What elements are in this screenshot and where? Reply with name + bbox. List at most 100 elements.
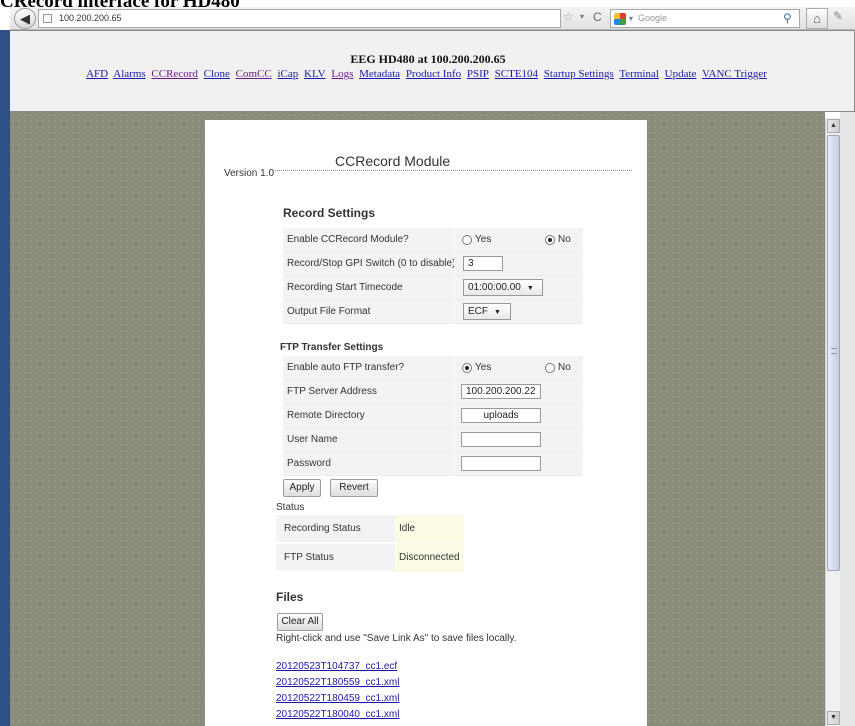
auto-ftp-yes-label[interactable]: Yes [475,362,491,373]
auto-ftp-yes-radio[interactable] [462,363,472,373]
site-identity-icon[interactable] [43,14,52,23]
module-title: CCRecord Module [275,153,632,171]
auto-ftp-no-label[interactable]: No [558,362,571,373]
output-format-row: Output File Format ECF ▼ [283,300,583,324]
auto-ftp-no-radio[interactable] [545,363,555,373]
search-engine-icon[interactable] [614,13,626,25]
ftp-server-label: FTP Server Address [287,386,377,397]
remote-directory-row: Remote Directory [283,404,583,428]
file-link[interactable]: 20120522T180559_cc1.xml [276,677,399,688]
vertical-scrollbar[interactable]: ▲ ▼ [825,118,840,726]
recording-status-value: Idle [399,523,416,534]
nav-link-icap[interactable]: iCap [277,68,298,80]
history-dropdown-icon[interactable]: ▾ [580,12,584,21]
remote-directory-label: Remote Directory [287,410,365,421]
chevron-down-icon: ▼ [494,309,501,316]
enable-module-yes-radio[interactable] [462,235,472,245]
files-help-text: Right-click and use "Save Link As" to sa… [276,633,517,644]
user-name-row: User Name [283,428,583,452]
nav-link-metadata[interactable]: Metadata [359,68,400,80]
record-settings-heading: Record Settings [283,206,376,220]
revert-button[interactable]: Revert [330,479,378,497]
nav-link-klv[interactable]: KLV [304,68,326,80]
cell-divider [454,252,455,276]
nav-link-clone[interactable]: Clone [204,68,230,80]
enable-module-no-radio[interactable] [545,235,555,245]
url-text[interactable]: 100.200.200.65 [59,13,122,23]
bookmarks-icon[interactable]: ✎ [833,9,843,23]
ftp-server-row: FTP Server Address [283,380,583,404]
file-link[interactable]: 20120522T180459_cc1.xml [276,693,399,704]
ftp-status-value: Disconnected [399,552,460,563]
cell-divider [454,428,455,452]
browser-toolbar: ◀ 100.200.200.65 ☆ ▾ C ▾ Google ⚲ ⌂ ✎ [10,7,855,30]
apply-button[interactable]: Apply [283,479,321,497]
file-link[interactable]: 20120522T180040_cc1.xml [276,709,399,720]
module-version: Version 1.0 [224,168,275,179]
user-name-input[interactable] [461,432,541,447]
password-row: Password [283,452,583,476]
module-nav: AFD Alarms CCRecord Clone ComCC iCap KLV… [10,68,846,80]
password-input[interactable] [461,456,541,471]
cell-divider [454,356,455,380]
ftp-server-input[interactable] [461,384,541,399]
scroll-down-icon[interactable]: ▼ [827,711,840,725]
back-arrow-icon[interactable]: ◀ [14,8,36,29]
home-icon[interactable]: ⌂ [806,8,828,29]
password-label: Password [287,458,331,469]
nav-link-alarms[interactable]: Alarms [113,68,145,80]
file-link[interactable]: 20120523T104737_cc1.ecf [276,661,397,672]
output-format-label: Output File Format [287,306,371,317]
nav-link-psip[interactable]: PSIP [467,68,489,80]
nav-link-afd[interactable]: AFD [86,68,108,80]
start-timecode-value: 01:00:00.00 [468,282,521,293]
cell-divider [454,300,455,324]
recording-status-row: Recording Status Idle [276,515,464,543]
gpi-switch-input[interactable] [463,256,503,271]
cell-divider [454,380,455,404]
search-engine-dropdown-icon[interactable]: ▾ [629,14,633,23]
status-heading: Status [276,502,305,513]
device-title: EEG HD480 at 100.200.200.65 [350,52,506,66]
ftp-status-cell: Disconnected [395,544,464,572]
search-bar[interactable]: ▾ Google ⚲ [610,9,800,28]
output-format-select[interactable]: ECF ▼ [463,303,511,320]
enable-module-row: Enable CCRecord Module? Yes No [283,228,583,252]
cell-divider [454,452,455,476]
nav-link-ccrecord[interactable]: CCRecord [151,68,197,80]
bookmark-star-icon[interactable]: ☆ [563,10,574,24]
ftp-status-label: FTP Status [284,552,334,563]
remote-directory-input[interactable] [461,408,541,423]
reload-icon[interactable]: C [593,10,602,24]
search-icon[interactable]: ⚲ [783,11,792,25]
enable-module-yes-label[interactable]: Yes [475,234,491,245]
recording-status-cell: Idle [395,515,464,543]
nav-link-product-info[interactable]: Product Info [406,68,461,80]
address-bar[interactable]: 100.200.200.65 [38,9,561,28]
cell-divider [454,228,455,252]
device-header: EEG HD480 at 100.200.200.65 AFD Alarms C… [10,30,855,112]
output-format-value: ECF [468,306,488,317]
scroll-up-icon[interactable]: ▲ [827,119,840,133]
recording-status-label: Recording Status [284,523,361,534]
chevron-down-icon: ▼ [526,285,534,292]
nav-link-startup-settings[interactable]: Startup Settings [544,68,614,80]
nav-link-scte104[interactable]: SCTE104 [495,68,538,80]
window-frame-left [0,30,10,726]
nav-link-comcc[interactable]: ComCC [236,68,272,80]
user-name-label: User Name [287,434,338,445]
cell-divider [454,276,455,300]
nav-link-terminal[interactable]: Terminal [619,68,659,80]
clear-all-button[interactable]: Clear All [277,613,323,631]
nav-link-logs[interactable]: Logs [331,68,353,80]
scrollbar-thumb[interactable] [827,135,840,571]
search-input[interactable]: Google [638,13,667,23]
window-frame-right [840,112,855,726]
ftp-settings-heading: FTP Transfer Settings [280,342,384,353]
nav-link-vanc-trigger[interactable]: VANC Trigger [702,68,767,80]
nav-link-update[interactable]: Update [665,68,697,80]
enable-module-no-label[interactable]: No [558,234,571,245]
start-timecode-select[interactable]: 01:00:00.00 ▼ [463,279,543,296]
ftp-status-row: FTP Status Disconnected [276,544,464,572]
thumb-grip [831,348,837,354]
